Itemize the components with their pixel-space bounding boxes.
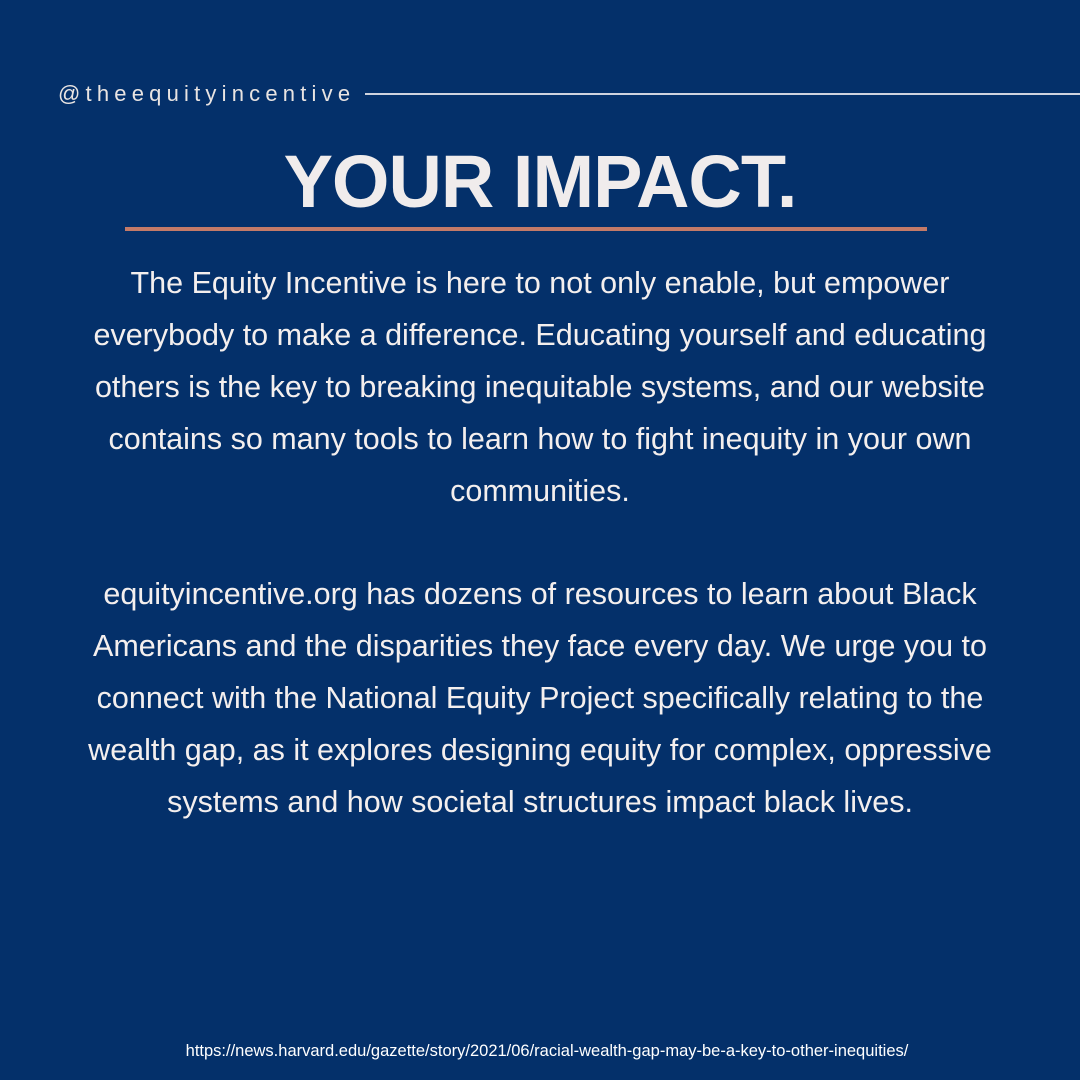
handle-divider-line [365, 93, 1080, 95]
intro-paragraph: The Equity Incentive is here to not only… [93, 266, 987, 508]
source-url: https://news.harvard.edu/gazette/story/2… [185, 1042, 909, 1060]
title-underline [125, 227, 927, 231]
social-handle: @theequityincentive [58, 81, 356, 106]
resources-paragraph: equityincentive.org has dozens of resour… [88, 577, 992, 819]
handle-row: @theequityincentive [58, 78, 1080, 110]
page-title: YOUR IMPACT. [283, 140, 798, 223]
